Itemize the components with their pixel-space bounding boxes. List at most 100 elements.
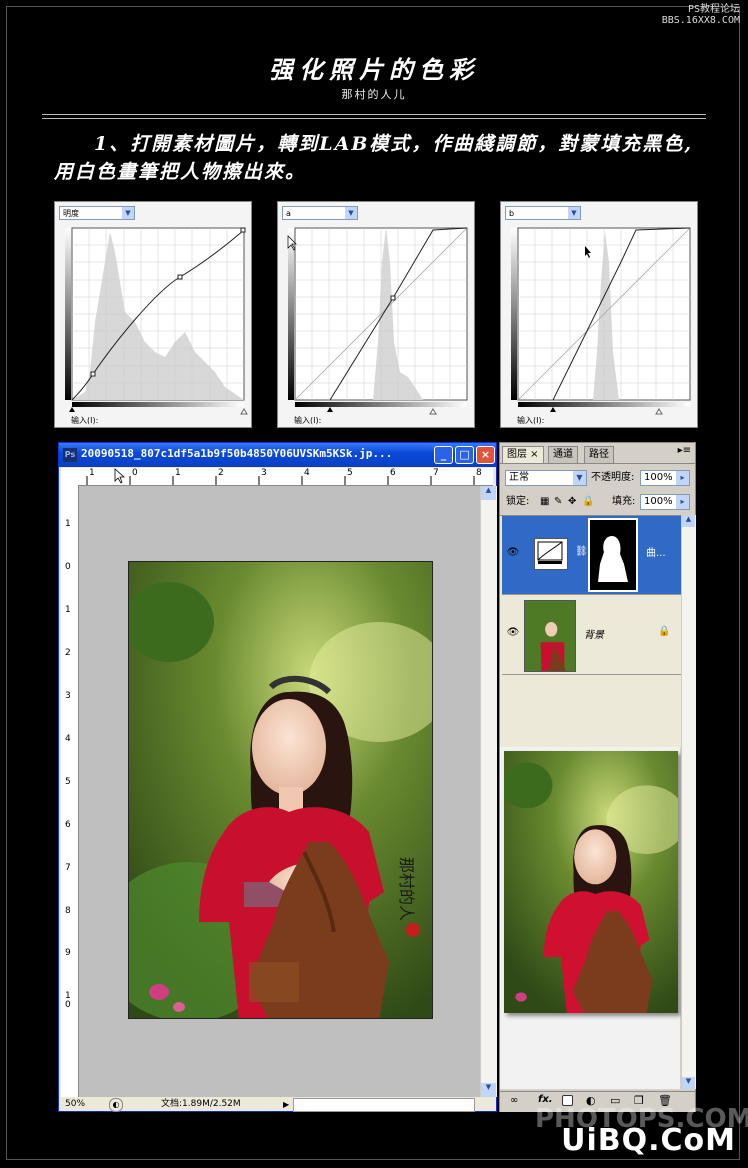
- status-menu-icon[interactable]: ◐: [109, 1098, 123, 1112]
- layers-scrollbar[interactable]: ▲ ▼: [681, 515, 696, 1089]
- curve-panel-b: b ▼ 输入(I):: [500, 201, 698, 428]
- ruler-label: 8: [476, 468, 482, 478]
- layer-name[interactable]: 曲...: [646, 544, 666, 559]
- curve-panel-a: a ▼ 输入(I):: [277, 201, 475, 428]
- blend-row: 正常 ▼ 不透明度: 100% ▸: [502, 468, 693, 490]
- blend-mode-value: 正常: [509, 472, 529, 483]
- opacity-label: 不透明度:: [591, 472, 635, 483]
- scroll-up-button[interactable]: ▲: [481, 486, 496, 500]
- ruler-label: 2: [65, 648, 71, 658]
- curve-graph[interactable]: [501, 202, 699, 429]
- scroll-down-button[interactable]: ▼: [682, 1077, 695, 1089]
- ruler-label: 7: [65, 863, 71, 873]
- lock-move-icon[interactable]: ✥: [568, 492, 576, 512]
- scroll-up-button[interactable]: ▲: [682, 515, 695, 527]
- status-arrow-icon[interactable]: ▶: [283, 1098, 289, 1112]
- opacity-input[interactable]: 100% ▸: [640, 470, 690, 486]
- horizontal-ruler[interactable]: 1 0 1 2 3 4 5 6 7 8: [79, 468, 493, 486]
- fill-value: 100%: [644, 496, 673, 507]
- layer-background[interactable]: 👁 背景 🔒: [502, 596, 681, 675]
- cursor-icon: [114, 468, 126, 484]
- layer-curves[interactable]: 👁 ⛓ 曲...: [502, 516, 681, 595]
- curve-panel-lightness: 明度 ▼ 输入(I):: [54, 201, 252, 428]
- document-canvas[interactable]: 那村的人: [79, 486, 492, 1097]
- step-description: 1、打開素材圖片，轉到LAB模式，作曲綫調節，對蒙填充黑色,用白色畫筆把人物擦出…: [54, 133, 693, 183]
- ruler-label: 0: [132, 468, 138, 478]
- close-button[interactable]: ×: [476, 446, 495, 464]
- fill-input[interactable]: 100% ▸: [640, 494, 690, 510]
- tab-layers[interactable]: 图层 ×: [502, 446, 544, 463]
- site-name: PS教程论坛: [687, 4, 740, 15]
- document-size: 文档:1.89M/2.52M: [161, 1099, 241, 1109]
- ruler-label: 1 0: [65, 991, 71, 1010]
- ruler-label: 1: [89, 468, 95, 478]
- ruler-label: 1: [175, 468, 181, 478]
- layer-name[interactable]: 背景: [584, 626, 604, 641]
- vertical-ruler[interactable]: 1 0 1 2 3 4 5 6 7 8 9 1 0: [61, 485, 79, 1097]
- maximize-button[interactable]: □: [455, 446, 474, 464]
- chain-icon[interactable]: ⛓: [575, 546, 588, 557]
- minimize-button[interactable]: _: [434, 446, 453, 464]
- panel-tabs: 图层 × 通道 路径 ▸≡: [500, 443, 695, 464]
- lock-row: 锁定: ▦ ✎ ✥ 🔒 填充: 100% ▸: [502, 492, 693, 514]
- author-name: 那村的人儿: [341, 88, 407, 101]
- layers-panel: 图层 × 通道 路径 ▸≡ 正常 ▼ 不透明度: 100% ▸ 锁定: ▦ ✎ ✥ …: [499, 442, 696, 1112]
- scroll-down-button[interactable]: ▼: [481, 1083, 496, 1097]
- lock-all-icon[interactable]: 🔒: [582, 492, 594, 512]
- lock-icon: 🔒: [658, 626, 671, 637]
- fill-label: 填充:: [612, 496, 636, 507]
- arrow-right-icon: ▸: [676, 471, 689, 485]
- preview-photo: [504, 751, 678, 1013]
- ruler-origin[interactable]: [61, 468, 80, 486]
- ruler-label: 2: [218, 468, 224, 478]
- lock-transparency-icon[interactable]: ▦: [540, 492, 549, 512]
- layers-list: 👁 ⛓ 曲... 👁 背景 🔒: [500, 515, 695, 748]
- site-watermark: PS教程论坛 BBS.16XX8.COM: [662, 4, 740, 26]
- input-label: 输入(I):: [294, 416, 322, 425]
- ruler-label: 1: [65, 605, 71, 615]
- ruler-label: 1: [65, 519, 71, 529]
- blend-mode-select[interactable]: 正常 ▼: [505, 470, 587, 486]
- document-window: Ps 20090518_807c1df5a1b9f50b4850Y06UVSKm…: [58, 442, 497, 1112]
- ruler-label: 3: [65, 691, 71, 701]
- ruler-label: 6: [390, 468, 396, 478]
- zoom-level[interactable]: 50%: [65, 1097, 85, 1111]
- link-icon[interactable]: ∞: [510, 1095, 518, 1106]
- status-bar: 50% ◐ 文档:1.89M/2.52M ▶: [61, 1097, 494, 1112]
- ruler-label: 0: [65, 562, 71, 572]
- ruler-label: 9: [65, 948, 71, 958]
- document-title: 20090518_807c1df5a1b9f50b4850Y06UVSKm5KS…: [81, 447, 393, 460]
- panel-menu-icon[interactable]: ▸≡: [678, 445, 691, 456]
- curve-graph[interactable]: [278, 202, 476, 429]
- lock-paint-icon[interactable]: ✎: [554, 492, 562, 512]
- horizontal-scrollbar[interactable]: [293, 1098, 475, 1112]
- eye-icon[interactable]: 👁: [506, 546, 520, 560]
- ruler-label: 3: [261, 468, 267, 478]
- tab-paths[interactable]: 路径: [584, 446, 614, 463]
- ruler-label: 4: [304, 468, 310, 478]
- watermark-uibq: UiBQ.CoM: [561, 1123, 736, 1158]
- document-photo[interactable]: 那村的人: [128, 561, 433, 1019]
- site-url: BBS.16XX8.COM: [661, 15, 740, 26]
- divider-bottom: [42, 118, 706, 119]
- window-titlebar[interactable]: Ps 20090518_807c1df5a1b9f50b4850Y06UVSKm…: [59, 443, 496, 467]
- ruler-label: 5: [347, 468, 353, 478]
- ruler-label: 4: [65, 734, 71, 744]
- svg-text:那村的人: 那村的人: [397, 857, 416, 921]
- input-label: 输入(I):: [71, 416, 99, 425]
- ruler-label: 6: [65, 820, 71, 830]
- eye-icon[interactable]: 👁: [506, 626, 520, 640]
- tab-channels[interactable]: 通道: [548, 446, 578, 463]
- ruler-label: 7: [433, 468, 439, 478]
- lock-label: 锁定:: [506, 496, 530, 507]
- vertical-scrollbar[interactable]: ▲ ▼: [480, 486, 497, 1097]
- arrow-right-icon: ▸: [676, 495, 689, 509]
- layer-thumbnail: [524, 600, 576, 672]
- curve-graph[interactable]: [55, 202, 253, 429]
- page-title: 强化照片的色彩: [269, 55, 479, 84]
- divider-top: [42, 114, 706, 115]
- layer-mask-thumbnail[interactable]: [588, 518, 638, 592]
- ruler-label: 8: [65, 906, 71, 916]
- preview-area: [500, 747, 680, 1089]
- photoshop-icon: Ps: [63, 448, 77, 462]
